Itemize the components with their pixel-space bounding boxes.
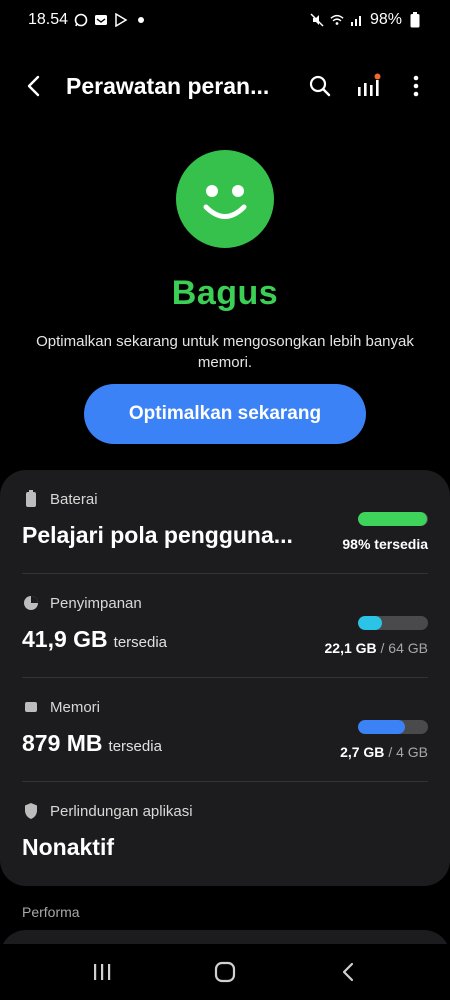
- back-nav-icon[interactable]: [328, 952, 368, 992]
- shield-icon: [22, 802, 40, 820]
- page-title: Perawatan peran...: [66, 72, 270, 99]
- device-care-card: Baterai Pelajari pola pengguna... 98% te…: [0, 470, 450, 886]
- storage-main: 41,9 GB tersedia: [22, 626, 167, 653]
- memory-main: 879 MB tersedia: [22, 730, 162, 757]
- storage-pie-icon: [22, 594, 40, 612]
- memory-head: Memori: [22, 698, 100, 716]
- memory-chip-icon: [22, 698, 40, 716]
- back-icon[interactable]: [20, 72, 48, 100]
- storage-used: 22,1 GB: [324, 640, 377, 656]
- mute-icon: [310, 13, 324, 27]
- memory-caption: 2,7 GB / 4 GB: [340, 744, 428, 760]
- battery-icon: [22, 490, 40, 508]
- battery-main: Pelajari pola pengguna...: [22, 522, 293, 549]
- memory-bar-fill: [358, 720, 406, 734]
- home-icon[interactable]: [205, 952, 245, 992]
- battery-value: Pelajari pola pengguna...: [22, 522, 293, 548]
- status-time: 18.54: [28, 11, 69, 28]
- smiley-face-icon: [176, 150, 274, 248]
- optimize-now-button[interactable]: Optimalkan sekarang: [84, 384, 366, 444]
- battery-head: Baterai: [22, 490, 98, 508]
- battery-caption-text: 98% tersedia: [342, 536, 428, 552]
- email-icon: [94, 13, 108, 27]
- app-protection-row[interactable]: Perlindungan aplikasi Nonaktif: [0, 782, 450, 886]
- stats-icon[interactable]: [354, 72, 382, 100]
- memory-row[interactable]: Memori 879 MB tersedia 2,7 GB / 4 GB: [0, 678, 450, 782]
- performance-heading: Performa: [22, 904, 80, 920]
- storage-row[interactable]: Penyimpanan 41,9 GB tersedia 22,1 GB / 6…: [0, 574, 450, 678]
- memory-label: Memori: [50, 698, 101, 716]
- app-protection-main: Nonaktif: [22, 834, 114, 861]
- storage-bar: [358, 616, 428, 630]
- navigation-bar: [0, 944, 450, 1000]
- app-protection-value: Nonaktif: [22, 834, 114, 860]
- optimize-description: Optimalkan sekarang untuk mengosongkan l…: [36, 333, 414, 371]
- dot-icon: [134, 13, 148, 27]
- battery-icon: [408, 12, 422, 28]
- memory-used: 2,7 GB: [340, 744, 385, 760]
- app-bar: Perawatan peran...: [0, 58, 450, 114]
- battery-bar: [358, 512, 428, 526]
- storage-caption: 22,1 GB / 64 GB: [325, 640, 429, 656]
- storage-label: Penyimpanan: [50, 594, 142, 612]
- battery-label: Baterai: [50, 490, 98, 508]
- battery-percent: 98%: [369, 11, 402, 28]
- storage-unit: tersedia: [113, 634, 168, 651]
- storage-total: / 64 GB: [380, 640, 428, 656]
- app-protection-label: Perlindungan aplikasi: [50, 802, 193, 820]
- memory-unit: tersedia: [108, 738, 162, 755]
- app-protection-head: Perlindungan aplikasi: [22, 802, 193, 820]
- battery-row[interactable]: Baterai Pelajari pola pengguna... 98% te…: [0, 470, 450, 574]
- more-options-icon[interactable]: [402, 72, 430, 100]
- recent-apps-icon[interactable]: [82, 952, 122, 992]
- memory-bar: [358, 720, 428, 734]
- device-status-label: Bagus: [171, 274, 279, 312]
- status-bar: 18.54 98%: [0, 0, 450, 40]
- play-store-icon: [114, 13, 128, 27]
- device-status-hero: Bagus Optimalkan sekarang untuk mengoson…: [0, 150, 450, 373]
- memory-value: 879 MB: [22, 730, 103, 756]
- storage-value: 41,9 GB: [22, 626, 108, 652]
- battery-caption: 98% tersedia: [342, 536, 428, 552]
- wifi-icon: [330, 13, 344, 27]
- signal-icon: [350, 13, 364, 27]
- app-bar-actions: [306, 72, 430, 100]
- storage-head: Penyimpanan: [22, 594, 142, 612]
- battery-bar-fill: [358, 512, 427, 526]
- search-icon[interactable]: [306, 72, 334, 100]
- status-right: 98%: [310, 11, 422, 29]
- status-left: 18.54: [28, 11, 148, 29]
- storage-bar-fill: [358, 616, 383, 630]
- memory-total: / 4 GB: [388, 744, 428, 760]
- whatsapp-icon: [74, 13, 88, 27]
